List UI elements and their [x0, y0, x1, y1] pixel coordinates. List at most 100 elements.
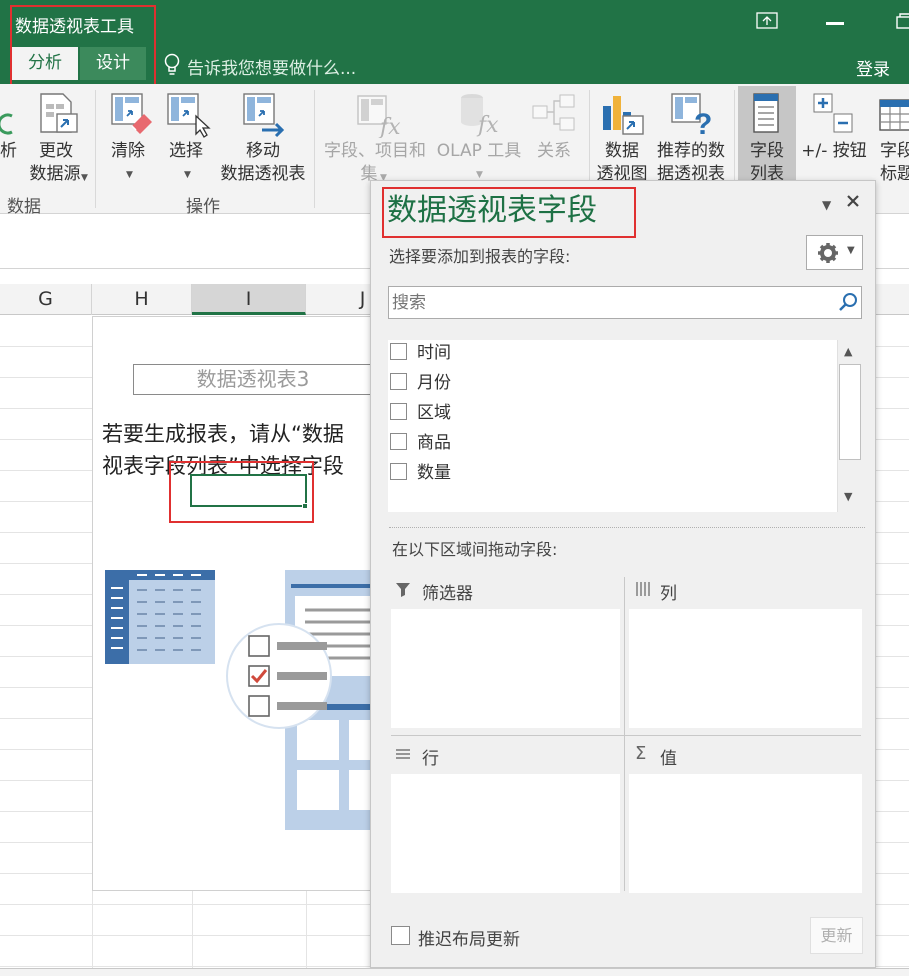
- divider: [389, 527, 865, 528]
- expand-collapse-buttons-icon: [812, 92, 856, 140]
- plus-minus-buttons-button[interactable]: +/- 按钮: [798, 140, 870, 162]
- panel-menu-chevron-icon[interactable]: ▼: [822, 198, 831, 212]
- change-data-source-label-2: 数据源: [29, 164, 81, 184]
- rows-icon: [395, 747, 411, 767]
- table-illustration-icon: [105, 570, 215, 668]
- search-box[interactable]: [388, 286, 862, 319]
- values-drop-zone[interactable]: [629, 774, 862, 893]
- fields-items-sets-icon: fx: [356, 94, 402, 142]
- tell-me-box[interactable]: 告诉我您想要做什么...: [187, 54, 356, 79]
- columns-icon: [635, 581, 651, 601]
- values-zone-label: 值: [660, 749, 677, 769]
- pivot-instruction-line1: 若要生成报表，请从“数据: [102, 422, 344, 446]
- recommended-pivot-icon: ?: [670, 92, 716, 142]
- chevron-down-icon: ▼: [81, 173, 88, 183]
- drag-fields-label: 在以下区域间拖动字段:: [392, 540, 558, 559]
- context-tools-title: 数据透视表工具: [15, 17, 134, 37]
- field-headers-button[interactable]: 字段: [880, 140, 909, 162]
- close-icon[interactable]: [845, 193, 863, 211]
- search-icon[interactable]: [838, 292, 858, 316]
- panel-title: 数据透视表字段: [387, 193, 597, 228]
- selected-cell[interactable]: [190, 474, 307, 507]
- move-pivot-button[interactable]: 移动: [243, 140, 283, 162]
- tab-design[interactable]: 设计: [80, 47, 146, 80]
- checkbox[interactable]: [390, 463, 407, 480]
- gear-icon: [817, 242, 839, 268]
- restore-icon[interactable]: [895, 12, 909, 30]
- login-link[interactable]: 登录: [856, 55, 890, 80]
- sigma-icon: Σ: [635, 743, 647, 764]
- minimize-icon[interactable]: [826, 22, 844, 25]
- olap-tools-button[interactable]: OLAP 工具: [434, 140, 524, 162]
- lightbulb-icon: [163, 53, 181, 77]
- divider: [391, 735, 861, 736]
- column-header-i[interactable]: I: [192, 284, 306, 315]
- checkbox[interactable]: [390, 403, 407, 420]
- change-data-source-button[interactable]: 更改: [36, 140, 76, 162]
- chevron-down-icon: ▼: [126, 170, 133, 180]
- select-button[interactable]: 选择: [164, 140, 208, 162]
- sheet-tabs-strip: [0, 968, 909, 976]
- chevron-down-icon: ▼: [184, 170, 191, 180]
- columns-zone-label: 列: [660, 584, 677, 604]
- scrollbar[interactable]: ▲ ▼: [837, 340, 862, 512]
- column-header-g[interactable]: G: [0, 284, 92, 315]
- group-label-data: 数据: [7, 197, 41, 217]
- columns-drop-zone[interactable]: [629, 609, 862, 728]
- title-bar: 数据透视表工具 分析 设计 告诉我您想要做什么... 登录: [0, 0, 909, 84]
- checklist-illustration-icon: [225, 622, 333, 734]
- svg-text:fx: fx: [378, 115, 401, 138]
- pivot-chart-button[interactable]: 数据: [602, 140, 642, 162]
- filters-zone-label: 筛选器: [422, 584, 473, 604]
- move-pivot-icon: [242, 92, 288, 142]
- field-list-button[interactable]: 字段: [747, 140, 787, 162]
- olap-tools-icon: fx: [458, 92, 504, 142]
- defer-update-label: 推迟布局更新: [418, 930, 520, 950]
- pivot-table-name: 数据透视表3: [133, 364, 373, 395]
- scroll-down-icon[interactable]: ▼: [844, 490, 852, 503]
- change-data-source-icon: [37, 92, 79, 140]
- scrollbar-thumb[interactable]: [839, 364, 861, 460]
- tools-button[interactable]: ▼: [806, 235, 863, 270]
- search-input[interactable]: [390, 288, 830, 317]
- clear-button[interactable]: 清除: [106, 140, 150, 162]
- chevron-down-icon: ▼: [476, 170, 483, 180]
- select-icon: [166, 92, 212, 142]
- pivot-chart-icon: [601, 92, 647, 142]
- relationships-icon: [532, 94, 578, 138]
- group-label-actions: 操作: [186, 197, 220, 217]
- choose-fields-label: 选择要添加到报表的字段:: [389, 247, 571, 266]
- recommended-pivot-button[interactable]: 推荐的数: [653, 140, 729, 162]
- relationships-button[interactable]: 关系: [534, 140, 574, 162]
- rows-zone-label: 行: [422, 749, 439, 769]
- defer-update-checkbox[interactable]: [391, 926, 410, 945]
- clear-icon: [110, 92, 154, 140]
- tab-analyze[interactable]: 分析: [12, 47, 78, 80]
- group-divider: [314, 90, 315, 208]
- svg-text:fx: fx: [476, 113, 499, 138]
- checkbox[interactable]: [390, 433, 407, 450]
- refresh-icon[interactable]: [0, 112, 14, 140]
- field-headers-label-2: 标题: [880, 164, 909, 184]
- group-divider: [95, 90, 96, 208]
- column-header-h[interactable]: H: [92, 284, 192, 315]
- fill-handle[interactable]: [302, 503, 308, 509]
- ribbon-display-options-icon[interactable]: [756, 12, 778, 30]
- field-headers-icon: [878, 96, 909, 140]
- divider: [624, 577, 625, 891]
- pivot-table-placeholder[interactable]: 数据透视表3 若要生成报表，请从“数据 视表字段列表”中选择字段: [92, 316, 383, 891]
- fields-items-sets-button[interactable]: 字段、项目和: [321, 140, 429, 162]
- chevron-down-icon: ▼: [847, 245, 855, 256]
- pivot-fields-panel: 数据透视表字段 ▼ 选择要添加到报表的字段: ▼ 时间 月份 区域 商品 数量 …: [370, 180, 876, 968]
- checkbox[interactable]: [390, 373, 407, 390]
- funnel-icon: [395, 581, 411, 601]
- scroll-up-icon[interactable]: ▲: [844, 345, 852, 358]
- update-button[interactable]: 更新: [810, 917, 863, 954]
- checkbox[interactable]: [390, 343, 407, 360]
- move-pivot-label-2: 数据透视表: [220, 164, 306, 184]
- refresh-label-partial: 析: [0, 141, 17, 161]
- field-list-icon: [752, 92, 782, 140]
- filters-drop-zone[interactable]: [391, 609, 620, 728]
- rows-drop-zone[interactable]: [391, 774, 620, 893]
- svg-text:?: ?: [694, 108, 712, 138]
